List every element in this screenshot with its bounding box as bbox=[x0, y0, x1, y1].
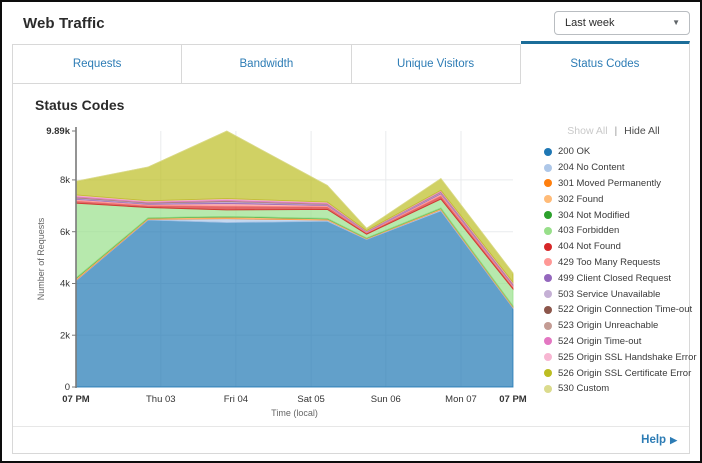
panel-footer: Help ▶ bbox=[13, 426, 689, 453]
panel-title: Status Codes bbox=[35, 97, 689, 115]
legend-color-dot bbox=[544, 227, 552, 235]
header: Web Traffic Last week ▼ bbox=[2, 2, 700, 44]
legend-color-dot bbox=[544, 369, 552, 377]
legend-color-dot bbox=[544, 274, 552, 282]
legend-item[interactable]: 200 OK bbox=[544, 144, 683, 160]
legend-color-dot bbox=[544, 164, 552, 172]
stacked-area-chart[interactable]: 0 2k 4k 6k 8k 9.89k 07 PM Thu 03 Fri 04 Sat 05 Sun… bbox=[33, 121, 538, 419]
legend-color-dot bbox=[544, 179, 552, 187]
legend-list: 200 OK 204 No Content 301 Moved Permanentl… bbox=[544, 144, 683, 397]
legend-item[interactable]: 301 Moved Permanently bbox=[544, 176, 683, 192]
legend-item[interactable]: 522 Origin Connection Time-out bbox=[544, 302, 683, 318]
legend-color-dot bbox=[544, 195, 552, 203]
help-link[interactable]: Help ▶ bbox=[641, 434, 677, 446]
legend-controls: Show All | Hide All bbox=[544, 125, 683, 137]
legend-color-dot bbox=[544, 385, 552, 393]
legend-item[interactable]: 204 No Content bbox=[544, 160, 683, 176]
legend-item[interactable]: 525 Origin SSL Handshake Error bbox=[544, 349, 683, 365]
legend-item[interactable]: 524 Origin Time-out bbox=[544, 334, 683, 350]
legend-color-dot bbox=[544, 243, 552, 251]
chart-and-legend: 0 2k 4k 6k 8k 9.89k 07 PM Thu 03 Fri 04 Sat 05 Sun… bbox=[13, 121, 689, 426]
legend-label: 403 Forbidden bbox=[558, 225, 619, 236]
svg-text:0: 0 bbox=[65, 382, 70, 393]
legend-item[interactable]: 429 Too Many Requests bbox=[544, 255, 683, 271]
legend-label: 404 Not Found bbox=[558, 241, 621, 252]
status-codes-panel: Status Codes 0 2k 4k 6k 8k 9.89k 07 PM Thu 03 Fr… bbox=[12, 84, 690, 454]
svg-text:Sun 06: Sun 06 bbox=[371, 394, 401, 405]
legend-color-dot bbox=[544, 322, 552, 330]
tab-unique-visitors[interactable]: Unique Visitors bbox=[352, 44, 521, 84]
chart-canvas[interactable]: 0 2k 4k 6k 8k 9.89k 07 PM Thu 03 Fri 04 Sat 05 Sun… bbox=[33, 121, 538, 426]
svg-text:Thu 03: Thu 03 bbox=[146, 394, 176, 405]
svg-text:Sat 05: Sat 05 bbox=[297, 394, 324, 405]
legend-color-dot bbox=[544, 211, 552, 219]
help-label: Help bbox=[641, 434, 666, 446]
time-range-select[interactable]: Last week ▼ bbox=[554, 11, 690, 35]
legend-item[interactable]: 404 Not Found bbox=[544, 239, 683, 255]
svg-text:Time (local): Time (local) bbox=[271, 408, 318, 418]
legend-item[interactable]: 526 Origin SSL Certificate Error bbox=[544, 365, 683, 381]
legend-label: 499 Client Closed Request bbox=[558, 273, 671, 284]
legend-item[interactable]: 304 Not Modified bbox=[544, 207, 683, 223]
hide-all-button[interactable]: Hide All bbox=[624, 125, 660, 137]
help-arrow-icon: ▶ bbox=[670, 436, 677, 445]
tab-bar: RequestsBandwidthUnique VisitorsStatus C… bbox=[12, 44, 690, 84]
svg-text:6k: 6k bbox=[60, 227, 70, 238]
tab-requests[interactable]: Requests bbox=[12, 44, 182, 84]
legend-label: 429 Too Many Requests bbox=[558, 257, 660, 268]
time-range-value: Last week bbox=[565, 17, 615, 29]
app-window: Web Traffic Last week ▼ RequestsBandwidt… bbox=[0, 0, 702, 463]
legend-color-dot bbox=[544, 290, 552, 298]
legend-label: 530 Custom bbox=[558, 383, 609, 394]
svg-text:9.89k: 9.89k bbox=[46, 126, 70, 137]
legend-item[interactable]: 523 Origin Unreachable bbox=[544, 318, 683, 334]
chevron-down-icon: ▼ bbox=[672, 19, 680, 27]
tab-status-codes[interactable]: Status Codes bbox=[521, 41, 690, 84]
svg-text:Number of Requests: Number of Requests bbox=[36, 217, 46, 300]
legend-label: 302 Found bbox=[558, 194, 603, 205]
legend-item[interactable]: 503 Service Unavailable bbox=[544, 286, 683, 302]
tab-bandwidth[interactable]: Bandwidth bbox=[182, 44, 351, 84]
legend-color-dot bbox=[544, 353, 552, 361]
page-title: Web Traffic bbox=[23, 15, 105, 32]
svg-text:8k: 8k bbox=[60, 175, 70, 186]
legend-label: 200 OK bbox=[558, 146, 590, 157]
legend-color-dot bbox=[544, 148, 552, 156]
legend-label: 525 Origin SSL Handshake Error bbox=[558, 352, 697, 363]
legend-label: 503 Service Unavailable bbox=[558, 289, 660, 300]
svg-text:4k: 4k bbox=[60, 279, 70, 290]
svg-text:Mon 07: Mon 07 bbox=[445, 394, 477, 405]
legend-item[interactable]: 302 Found bbox=[544, 191, 683, 207]
legend: Show All | Hide All 200 OK 204 No Content… bbox=[538, 121, 689, 426]
legend-item[interactable]: 499 Client Closed Request bbox=[544, 270, 683, 286]
svg-text:07 PM: 07 PM bbox=[62, 394, 90, 405]
legend-label: 522 Origin Connection Time-out bbox=[558, 304, 692, 315]
legend-label: 524 Origin Time-out bbox=[558, 336, 641, 347]
legend-separator: | bbox=[614, 125, 617, 137]
svg-text:2k: 2k bbox=[60, 330, 70, 341]
svg-text:07 PM: 07 PM bbox=[499, 394, 527, 405]
legend-label: 304 Not Modified bbox=[558, 210, 630, 221]
legend-label: 301 Moved Permanently bbox=[558, 178, 661, 189]
show-all-button[interactable]: Show All bbox=[567, 125, 607, 137]
legend-color-dot bbox=[544, 337, 552, 345]
svg-text:Fri 04: Fri 04 bbox=[224, 394, 248, 405]
legend-label: 204 No Content bbox=[558, 162, 625, 173]
legend-item[interactable]: 403 Forbidden bbox=[544, 223, 683, 239]
legend-label: 526 Origin SSL Certificate Error bbox=[558, 368, 691, 379]
legend-label: 523 Origin Unreachable bbox=[558, 320, 658, 331]
legend-color-dot bbox=[544, 258, 552, 266]
legend-item[interactable]: 530 Custom bbox=[544, 381, 683, 397]
legend-color-dot bbox=[544, 306, 552, 314]
